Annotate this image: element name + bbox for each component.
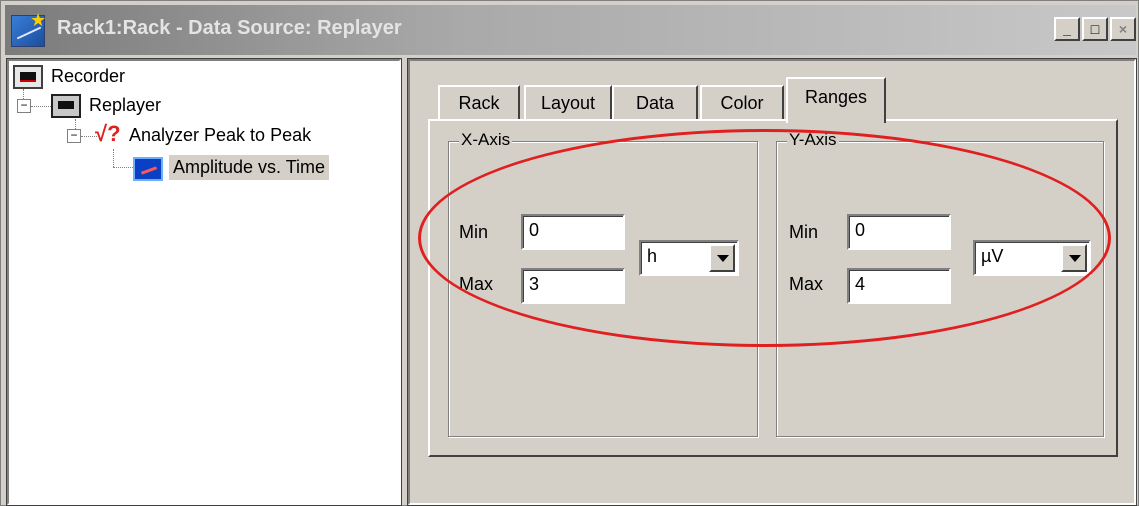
y-axis-group: Y-Axis Min 0 Max 4 µV	[776, 130, 1104, 437]
y-unit-dropdown-arrow-icon[interactable]	[1061, 244, 1087, 272]
collapse-analyzer-icon[interactable]: −	[67, 129, 81, 143]
tab-rack[interactable]: Rack	[438, 85, 520, 121]
tab-color[interactable]: Color	[700, 85, 784, 121]
title-bar[interactable]: ★ Rack1:Rack - Data Source: Replayer _ □…	[5, 5, 1136, 55]
x-unit-select[interactable]: h	[639, 240, 739, 276]
y-unit-value: µV	[981, 246, 1004, 266]
window-title: Rack1:Rack - Data Source: Replayer	[57, 17, 402, 39]
ranges-tab-page: X-Axis Min 0 Max 3 h Y-Axis Min 0 Max 4 …	[428, 119, 1118, 457]
tree-item-amplitude-vs-time[interactable]: Amplitude vs. Time	[169, 155, 330, 180]
x-min-label: Min	[459, 222, 489, 242]
x-unit-dropdown-arrow-icon[interactable]	[709, 244, 735, 272]
x-unit-value: h	[647, 246, 658, 266]
x-axis-group-label: X-Axis	[459, 130, 513, 150]
properties-panel: Rack Layout Data Color Ranges X-Axis Min…	[407, 58, 1137, 506]
y-min-input[interactable]: 0	[847, 214, 951, 250]
tree-item-analyzer[interactable]: Analyzer Peak to Peak	[129, 125, 311, 146]
x-max-label: Max	[459, 274, 494, 294]
y-max-input[interactable]: 4	[847, 268, 951, 304]
maximize-button[interactable]: □	[1082, 17, 1108, 41]
close-button[interactable]: ×	[1110, 17, 1136, 41]
x-max-input[interactable]: 3	[521, 268, 625, 304]
tree-panel[interactable]: Recorder − Replayer − √? Analyzer Peak t…	[6, 58, 402, 506]
app-icon: ★	[11, 10, 46, 47]
chart-icon	[133, 157, 163, 181]
analyzer-icon: √?	[95, 121, 121, 146]
minimize-button[interactable]: _	[1054, 17, 1080, 41]
x-axis-group: X-Axis Min 0 Max 3 h	[448, 130, 758, 437]
tree-item-replayer[interactable]: Replayer	[89, 95, 161, 116]
tree-item-recorder[interactable]: Recorder	[51, 66, 125, 87]
y-unit-select[interactable]: µV	[973, 240, 1091, 276]
collapse-replayer-icon[interactable]: −	[17, 99, 31, 113]
replayer-icon	[51, 94, 81, 118]
y-axis-group-label: Y-Axis	[787, 130, 839, 150]
tab-layout[interactable]: Layout	[524, 85, 612, 121]
tab-data[interactable]: Data	[612, 85, 698, 121]
app-window: ★ Rack1:Rack - Data Source: Replayer _ □…	[0, 0, 1139, 506]
tab-ranges[interactable]: Ranges	[786, 77, 886, 123]
y-min-label: Min	[789, 222, 819, 242]
x-min-input[interactable]: 0	[521, 214, 625, 250]
recorder-icon	[13, 65, 43, 89]
y-max-label: Max	[789, 274, 824, 294]
